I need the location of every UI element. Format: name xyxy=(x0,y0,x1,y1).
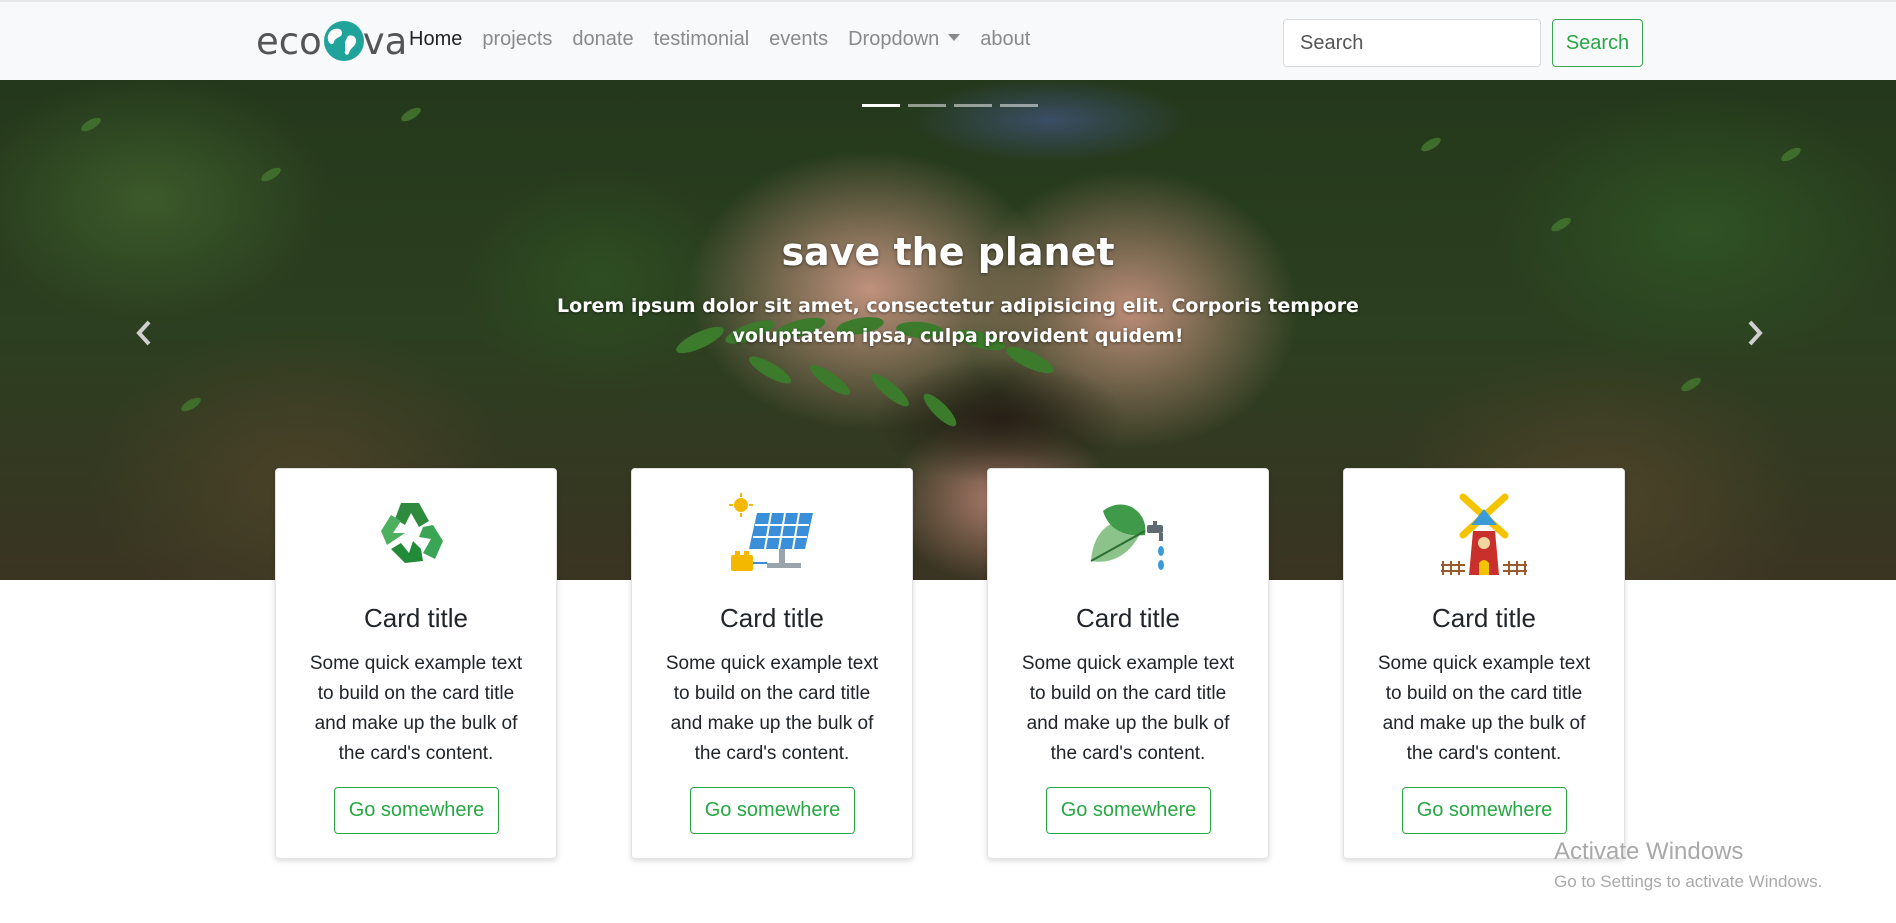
windmill-icon xyxy=(1344,491,1624,581)
card-title: Card title xyxy=(363,603,469,633)
brand-prefix: eco xyxy=(256,19,322,63)
feature-card: Card title Some quick example text to bu… xyxy=(1343,468,1625,859)
carousel-prev-button[interactable] xyxy=(128,318,158,348)
nav-link-events[interactable]: events xyxy=(769,28,828,51)
brand-logo[interactable]: eco va xyxy=(256,16,407,66)
search-input[interactable] xyxy=(1283,19,1541,67)
card-text: Some quick example text to build on the … xyxy=(1377,653,1591,764)
nav-dropdown-toggle[interactable]: Dropdown xyxy=(848,28,961,51)
nav-links: Home projects donate testimonial events … xyxy=(409,28,1050,51)
nav-link-projects[interactable]: projects xyxy=(482,28,552,51)
recycle-icon xyxy=(276,491,556,581)
hero-title: save the planet xyxy=(781,230,1115,274)
background-leaf xyxy=(259,165,283,184)
carousel-next-button[interactable] xyxy=(1741,318,1771,348)
navbar: eco va Home projects donate testimonial … xyxy=(0,0,1896,80)
activate-windows-subtitle: Go to Settings to activate Windows. xyxy=(1554,872,1823,891)
go-somewhere-button[interactable]: Go somewhere xyxy=(690,787,855,834)
nav-link-donate[interactable]: donate xyxy=(572,28,633,51)
activate-windows-title: Activate Windows xyxy=(1554,838,1744,865)
leaf-tap-icon xyxy=(988,491,1268,581)
chevron-right-icon xyxy=(1748,320,1763,346)
card-title: Card title xyxy=(1431,603,1537,633)
feature-card: Card title Some quick example text to bu… xyxy=(631,468,913,859)
carousel-indicator[interactable] xyxy=(954,104,992,107)
feature-card: Card title Some quick example text to bu… xyxy=(275,468,557,859)
nav-link-about[interactable]: about xyxy=(980,28,1030,51)
card-title: Card title xyxy=(1075,603,1181,633)
brand-suffix: va xyxy=(362,19,408,63)
nav-link-home[interactable]: Home xyxy=(409,28,462,51)
go-somewhere-button[interactable]: Go somewhere xyxy=(334,787,499,834)
background-leaf xyxy=(179,395,203,414)
card-title: Card title xyxy=(719,603,825,633)
search-button[interactable]: Search xyxy=(1552,19,1643,67)
caret-down-icon xyxy=(948,34,961,41)
background-leaf xyxy=(79,115,103,134)
globe-icon xyxy=(323,21,364,61)
carousel-indicator[interactable] xyxy=(908,104,946,107)
go-somewhere-button[interactable]: Go somewhere xyxy=(1046,787,1211,834)
carousel-indicator[interactable] xyxy=(862,104,900,107)
chevron-left-icon xyxy=(136,320,151,346)
nav-dropdown-label: Dropdown xyxy=(848,28,940,50)
background-leaf xyxy=(1779,145,1803,164)
card-text: Some quick example text to build on the … xyxy=(665,653,879,764)
carousel-indicators xyxy=(862,104,1038,107)
background-leaf xyxy=(399,105,423,124)
nav-link-testimonial[interactable]: testimonial xyxy=(654,28,750,51)
carousel-indicator[interactable] xyxy=(1000,104,1038,107)
go-somewhere-button[interactable]: Go somewhere xyxy=(1402,787,1567,834)
feature-card: Card title Some quick example text to bu… xyxy=(987,468,1269,859)
card-text: Some quick example text to build on the … xyxy=(309,653,523,764)
hero-text: Lorem ipsum dolor sit amet, consectetur … xyxy=(557,295,1359,347)
card-text: Some quick example text to build on the … xyxy=(1021,653,1235,764)
solar-panel-icon xyxy=(632,491,912,581)
background-leaf xyxy=(1679,375,1703,394)
background-leaf xyxy=(1419,135,1443,154)
